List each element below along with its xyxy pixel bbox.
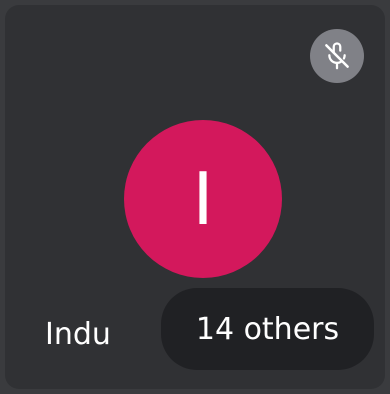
participant-tile[interactable]: I Indu 14 others [0, 0, 390, 394]
others-count-button[interactable]: 14 others [161, 288, 374, 370]
avatar-initial: I [192, 157, 214, 241]
microphone-off-icon [325, 42, 349, 70]
avatar: I [124, 120, 282, 278]
others-count-label: 14 others [195, 311, 340, 347]
mute-indicator [310, 29, 364, 83]
participant-name: Indu [45, 317, 111, 352]
